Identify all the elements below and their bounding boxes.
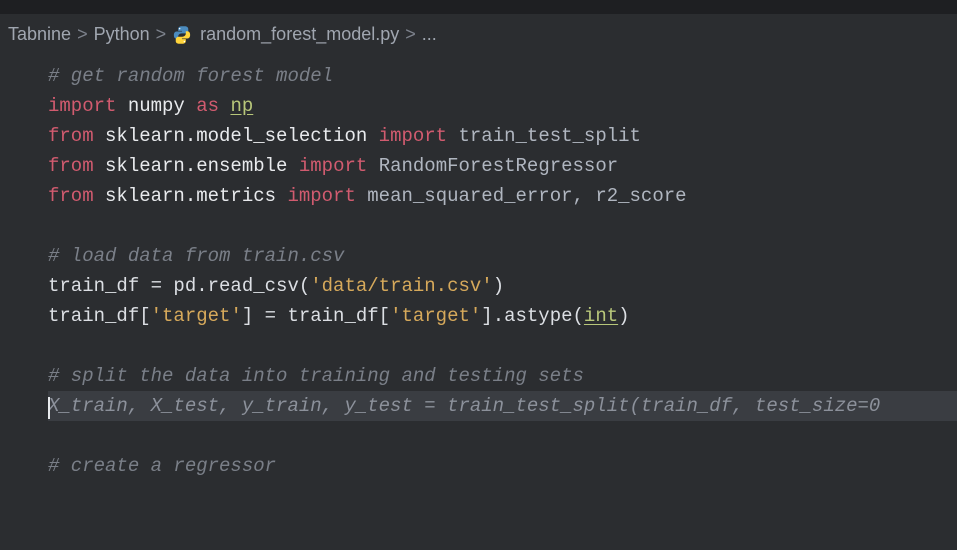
title-bar-strip — [0, 0, 957, 14]
code-text: ) — [493, 275, 504, 297]
imported-name: mean_squared_error, r2_score — [367, 185, 686, 207]
imported-name: RandomForestRegressor — [379, 155, 618, 177]
keyword: import — [287, 185, 355, 207]
string-literal: 'target' — [151, 305, 242, 327]
alias-name: np — [230, 95, 253, 117]
code-editor[interactable]: # get random forest model import numpy a… — [0, 55, 957, 481]
module-name: sklearn.ensemble — [105, 155, 287, 177]
blank-line — [48, 331, 957, 361]
module-name: numpy — [128, 95, 185, 117]
breadcrumb-item-python[interactable]: Python — [94, 24, 150, 45]
breadcrumb-separator: > — [156, 24, 167, 45]
keyword: from — [48, 125, 94, 147]
keyword: import — [299, 155, 367, 177]
string-literal: 'target' — [390, 305, 481, 327]
code-line: train_df['target'] = train_df['target'].… — [48, 301, 957, 331]
breadcrumb-item-file[interactable]: random_forest_model.py — [200, 24, 399, 45]
comment-text: # load data from train.csv — [48, 245, 344, 267]
code-line: from sklearn.ensemble import RandomFores… — [48, 151, 957, 181]
module-name: sklearn.model_selection — [105, 125, 367, 147]
breadcrumb-separator: > — [77, 24, 88, 45]
code-line: import numpy as np — [48, 91, 957, 121]
keyword: as — [196, 95, 219, 117]
comment-text: # split the data into training and testi… — [48, 365, 584, 387]
comment-text: # get random forest model — [48, 65, 333, 87]
code-text: train_df[ — [48, 305, 151, 327]
code-text: ] = train_df[ — [242, 305, 390, 327]
breadcrumb-item-tabnine[interactable]: Tabnine — [8, 24, 71, 45]
text-cursor — [48, 397, 50, 419]
keyword: from — [48, 155, 94, 177]
python-file-icon — [172, 25, 192, 45]
code-line: from sklearn.metrics import mean_squared… — [48, 181, 957, 211]
string-literal: 'data/train.csv' — [310, 275, 492, 297]
ai-suggestion-line[interactable]: X_train, X_test, y_train, y_test = train… — [48, 391, 957, 421]
code-line: # split the data into training and testi… — [48, 361, 957, 391]
code-line: # create a regressor — [48, 451, 957, 481]
blank-line — [48, 211, 957, 241]
code-line: # load data from train.csv — [48, 241, 957, 271]
code-line: from sklearn.model_selection import trai… — [48, 121, 957, 151]
breadcrumb-separator: > — [405, 24, 416, 45]
code-text: ].astype( — [481, 305, 584, 327]
keyword: from — [48, 185, 94, 207]
suggestion-text: X_train, X_test, y_train, y_test = train… — [48, 395, 880, 417]
code-line: train_df = pd.read_csv('data/train.csv') — [48, 271, 957, 301]
blank-line — [48, 421, 957, 451]
builtin-type: int — [584, 305, 618, 327]
code-text: ) — [618, 305, 629, 327]
code-line: # get random forest model — [48, 61, 957, 91]
code-text: train_df = pd.read_csv( — [48, 275, 310, 297]
imported-name: train_test_split — [459, 125, 641, 147]
module-name: sklearn.metrics — [105, 185, 276, 207]
keyword: import — [48, 95, 116, 117]
breadcrumb-item-more[interactable]: ... — [422, 24, 437, 45]
breadcrumb: Tabnine > Python > random_forest_model.p… — [0, 14, 957, 55]
comment-text: # create a regressor — [48, 455, 276, 477]
keyword: import — [379, 125, 447, 147]
